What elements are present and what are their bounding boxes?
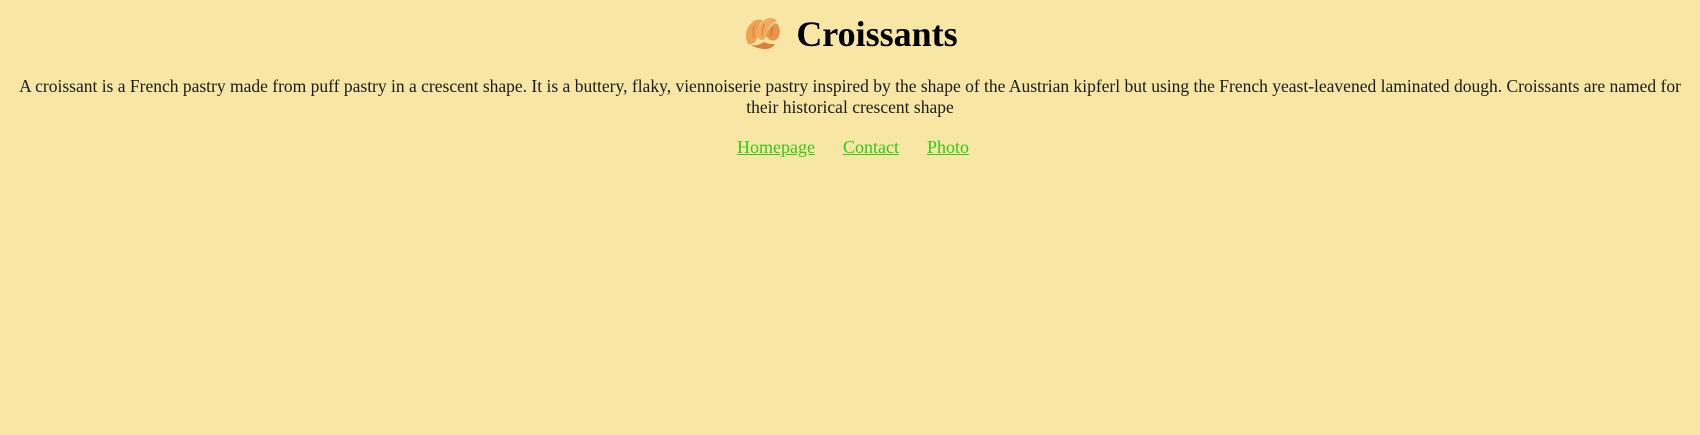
page-title: Croissants: [796, 14, 958, 54]
croissant-icon: [742, 14, 782, 54]
description-text: A croissant is a French pastry made from…: [19, 76, 1681, 117]
nav-link-photo[interactable]: Photo: [927, 137, 969, 158]
page-header: Croissants: [0, 0, 1700, 52]
nav-link-homepage[interactable]: Homepage: [737, 137, 815, 158]
page: Croissants A croissant is a French pastr…: [0, 0, 1700, 435]
nav-links: Homepage Contact Photo: [0, 137, 1700, 158]
nav-link-contact[interactable]: Contact: [843, 137, 899, 158]
